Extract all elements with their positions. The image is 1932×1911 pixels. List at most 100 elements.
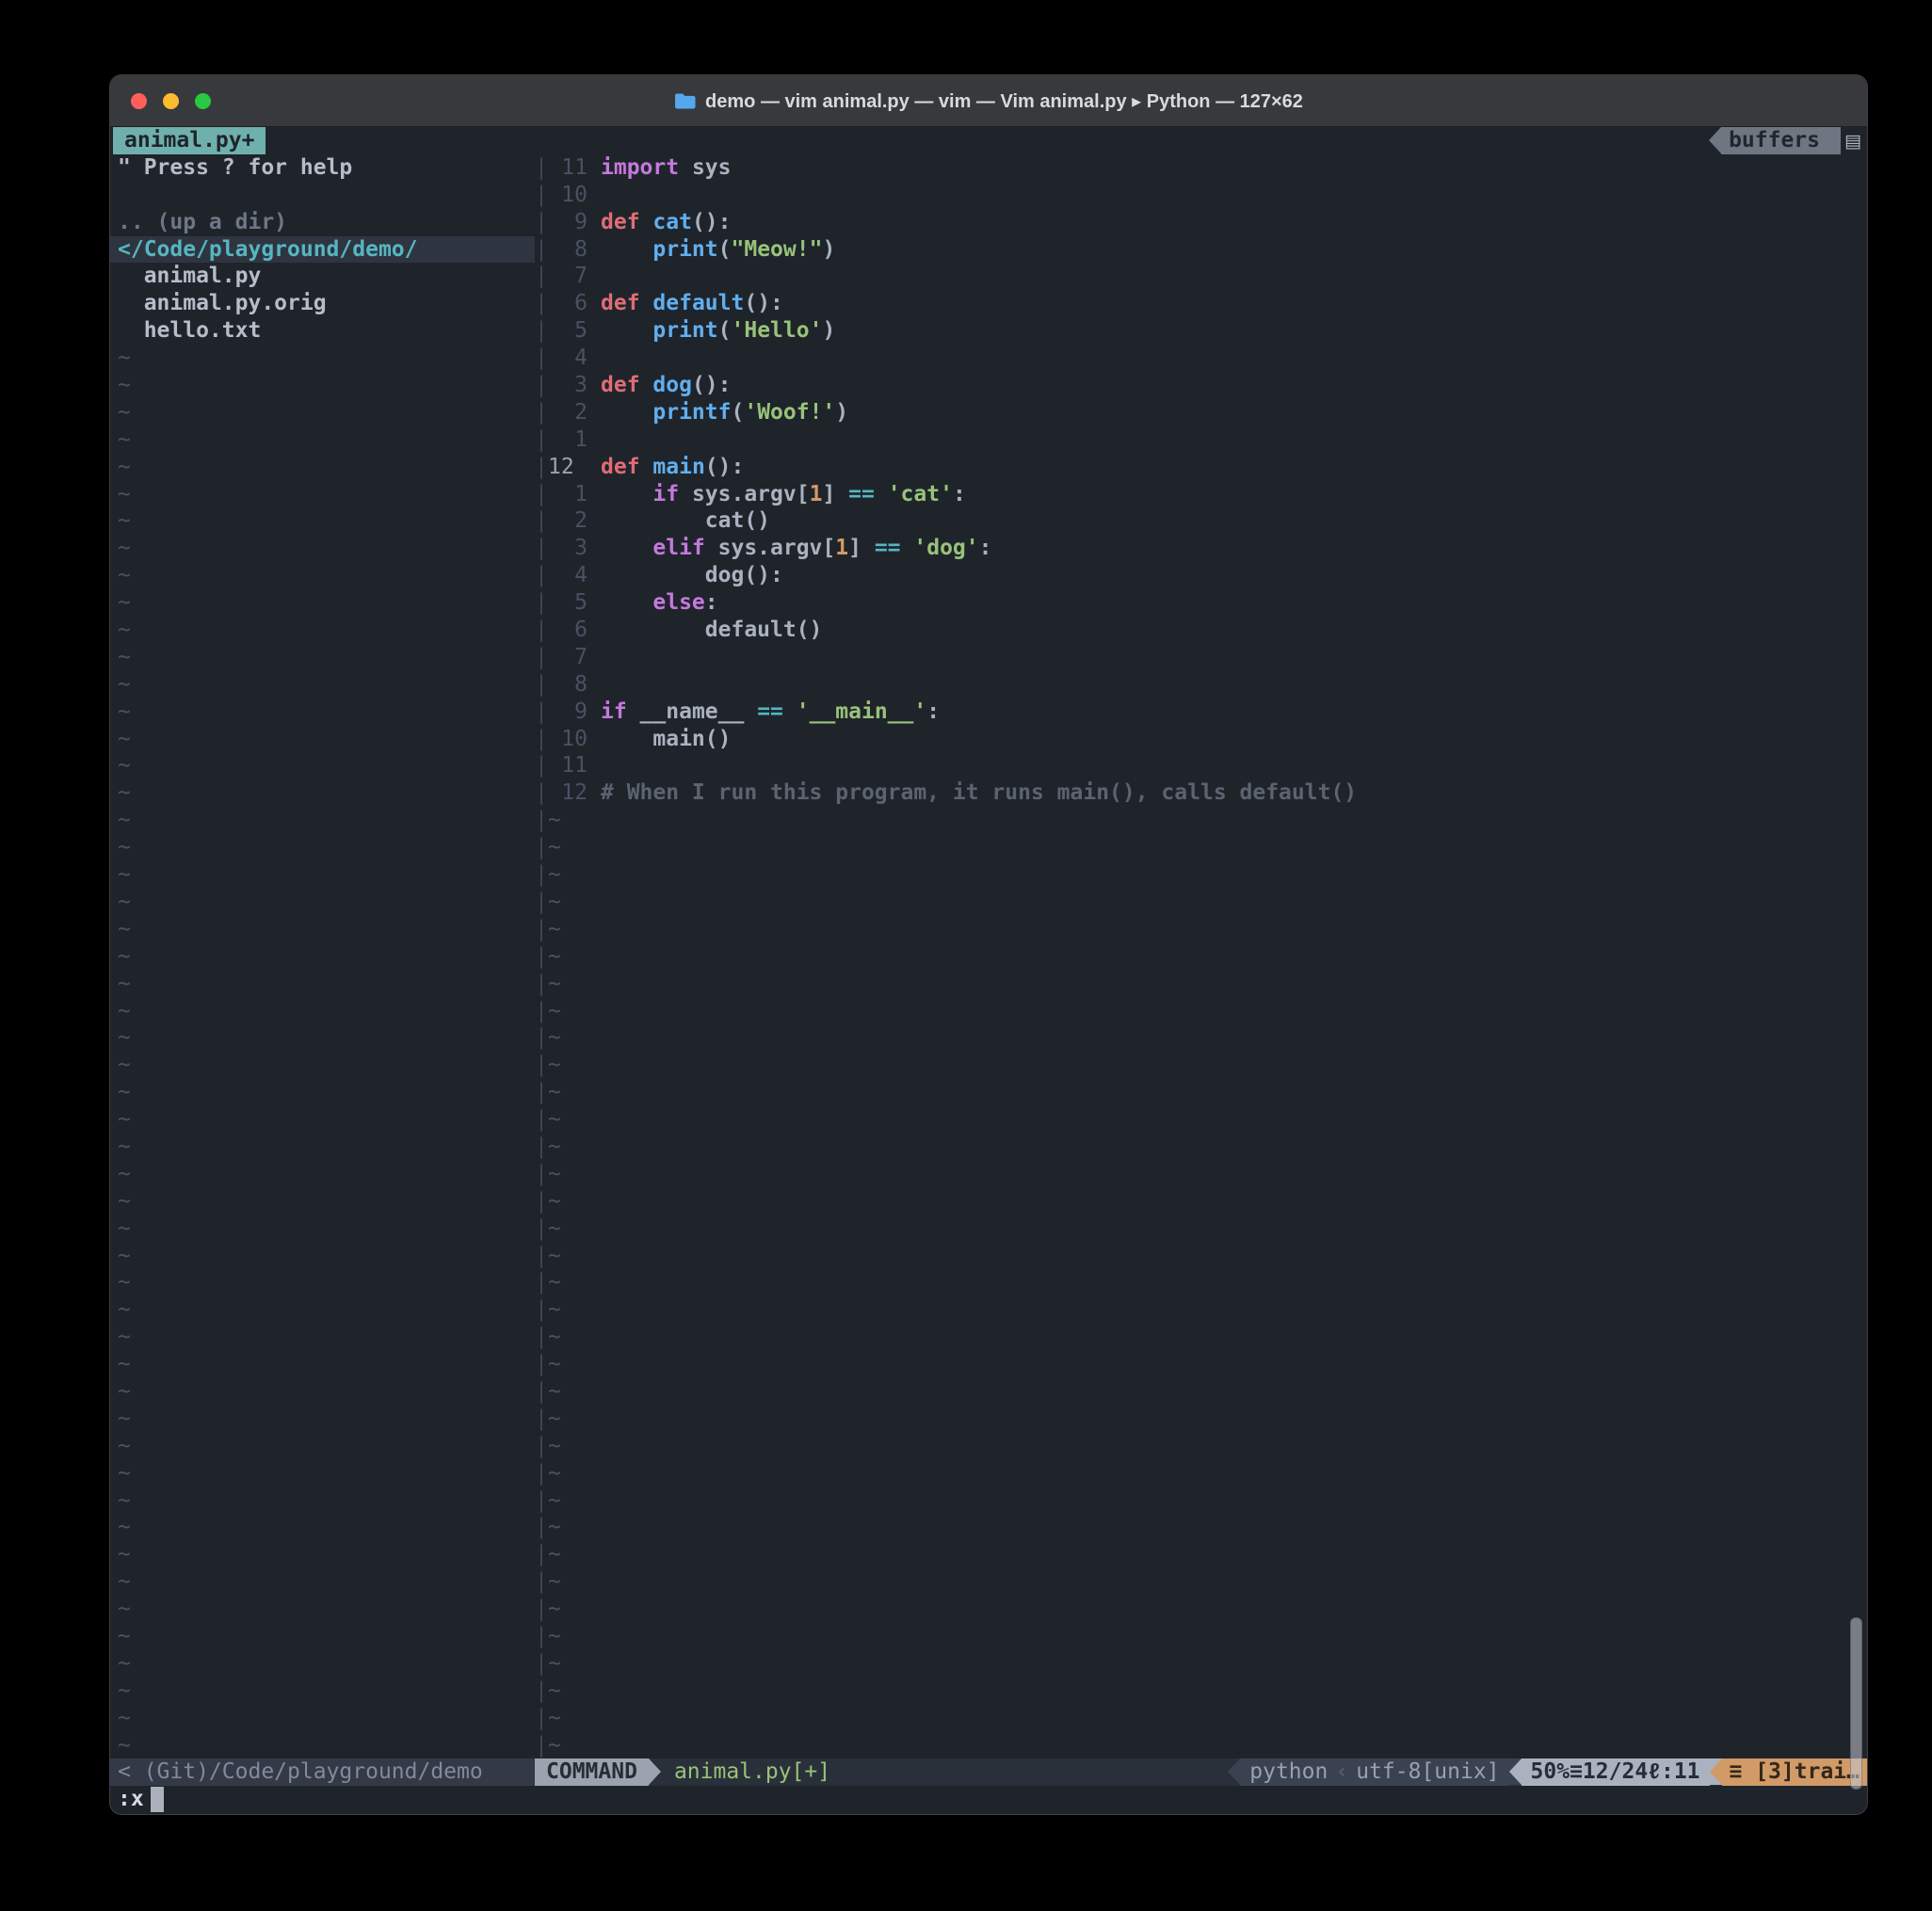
code-line[interactable]: print("Meow!") bbox=[601, 236, 1867, 264]
code-line[interactable]: cat() bbox=[601, 507, 1867, 535]
code-line[interactable]: if sys.argv[1] == 'cat': bbox=[601, 481, 1867, 508]
code-line[interactable]: default() bbox=[601, 617, 1867, 644]
vsplit-separator[interactable]: | bbox=[535, 1568, 548, 1596]
vsplit-separator[interactable]: | bbox=[535, 834, 548, 861]
vsplit-separator[interactable]: | bbox=[535, 209, 548, 236]
nerdtree-item[interactable]: animal.py bbox=[110, 263, 535, 290]
buffers-label[interactable]: buffers bbox=[1721, 127, 1841, 154]
zoom-button[interactable] bbox=[195, 92, 211, 109]
vsplit-separator[interactable]: | bbox=[535, 1161, 548, 1188]
vsplit-separator[interactable]: | bbox=[535, 1678, 548, 1705]
vsplit-separator[interactable]: | bbox=[535, 1243, 548, 1270]
vsplit-separator[interactable]: | bbox=[535, 1269, 548, 1296]
code-line[interactable]: printf('Woof!') bbox=[601, 399, 1867, 426]
buffer-list-icon[interactable]: ▤ bbox=[1844, 131, 1861, 152]
vsplit-separator[interactable]: | bbox=[535, 998, 548, 1025]
code-line[interactable]: else: bbox=[601, 589, 1867, 617]
vsplit-separator[interactable]: | bbox=[535, 1351, 548, 1378]
vsplit-separator[interactable]: | bbox=[535, 1106, 548, 1133]
vsplit-separator[interactable]: | bbox=[535, 154, 548, 182]
vsplit-separator[interactable]: | bbox=[535, 1487, 548, 1515]
code-line[interactable]: elif sys.argv[1] == 'dog': bbox=[601, 535, 1867, 562]
window-titlebar[interactable]: demo — vim animal.py — vim — Vim animal.… bbox=[110, 75, 1867, 127]
buffer-tab-animal-py[interactable]: animal.py+ bbox=[113, 127, 266, 154]
code-line[interactable] bbox=[601, 345, 1867, 372]
code-line[interactable]: def main(): bbox=[601, 454, 1867, 481]
vsplit-separator[interactable]: | bbox=[535, 589, 548, 617]
code-line[interactable] bbox=[601, 263, 1867, 290]
nerdtree-item[interactable]: </Code/playground/demo/ bbox=[110, 235, 535, 264]
code-line[interactable]: if __name__ == '__main__': bbox=[601, 699, 1867, 726]
vsplit-separator[interactable]: | bbox=[535, 236, 548, 264]
vsplit-separator[interactable]: | bbox=[535, 1732, 548, 1759]
vsplit-separator[interactable]: | bbox=[535, 943, 548, 971]
vsplit-separator[interactable]: | bbox=[535, 752, 548, 779]
code-line[interactable]: dog(): bbox=[601, 562, 1867, 589]
code-line[interactable] bbox=[601, 752, 1867, 779]
vsplit-separator[interactable]: | bbox=[535, 779, 548, 807]
vsplit-separator[interactable]: | bbox=[535, 290, 548, 317]
vsplit-separator[interactable]: | bbox=[535, 1215, 548, 1243]
code-line[interactable] bbox=[601, 182, 1867, 209]
vsplit-separator[interactable]: | bbox=[535, 1541, 548, 1568]
vim-command-line[interactable]: :x bbox=[110, 1786, 1867, 1813]
vsplit-separator[interactable]: | bbox=[535, 399, 548, 426]
vsplit-separator[interactable]: | bbox=[535, 345, 548, 372]
vsplit-separator[interactable]: | bbox=[535, 1052, 548, 1079]
vsplit-separator[interactable]: | bbox=[535, 1324, 548, 1351]
code-line[interactable]: def default(): bbox=[601, 290, 1867, 317]
code-line[interactable]: import sys bbox=[601, 154, 1867, 182]
vsplit-separator[interactable]: | bbox=[535, 481, 548, 508]
vsplit-separator[interactable]: | bbox=[535, 426, 548, 454]
nerdtree-tilde: ~ bbox=[118, 671, 131, 697]
vsplit-separator[interactable]: | bbox=[535, 644, 548, 671]
macos-scrollbar[interactable] bbox=[1850, 1617, 1862, 1790]
vsplit-separator[interactable]: | bbox=[535, 889, 548, 916]
vsplit-separator[interactable]: | bbox=[535, 1188, 548, 1215]
folder-icon[interactable] bbox=[674, 92, 696, 109]
code-line[interactable]: main() bbox=[601, 726, 1867, 753]
vsplit-separator[interactable]: | bbox=[535, 263, 548, 290]
code-line[interactable]: def cat(): bbox=[601, 209, 1867, 236]
vsplit-separator[interactable]: | bbox=[535, 1024, 548, 1052]
vsplit-separator[interactable]: | bbox=[535, 562, 548, 589]
nerdtree-item[interactable]: " Press ? for help bbox=[110, 154, 535, 182]
code-line[interactable] bbox=[601, 644, 1867, 671]
vsplit-separator[interactable]: | bbox=[535, 454, 548, 481]
code-line[interactable]: print('Hello') bbox=[601, 317, 1867, 345]
vsplit-separator[interactable]: | bbox=[535, 1705, 548, 1732]
vsplit-separator[interactable]: | bbox=[535, 1596, 548, 1623]
vsplit-separator[interactable]: | bbox=[535, 1133, 548, 1161]
vsplit-separator[interactable]: | bbox=[535, 535, 548, 562]
vsplit-separator[interactable]: | bbox=[535, 317, 548, 345]
code-line[interactable] bbox=[601, 671, 1867, 699]
code-line[interactable] bbox=[601, 426, 1867, 454]
vsplit-separator[interactable]: | bbox=[535, 1405, 548, 1433]
vsplit-separator[interactable]: | bbox=[535, 617, 548, 644]
nerdtree-item[interactable]: hello.txt bbox=[110, 317, 535, 345]
vsplit-separator[interactable]: | bbox=[535, 1514, 548, 1541]
vsplit-separator[interactable]: | bbox=[535, 182, 548, 209]
vsplit-separator[interactable]: | bbox=[535, 507, 548, 535]
nerdtree-item[interactable]: .. (up a dir) bbox=[110, 209, 535, 236]
close-button[interactable] bbox=[131, 92, 147, 109]
vsplit-separator[interactable]: | bbox=[535, 726, 548, 753]
vsplit-separator[interactable]: | bbox=[535, 971, 548, 998]
vsplit-separator[interactable]: | bbox=[535, 1079, 548, 1106]
vsplit-separator[interactable]: | bbox=[535, 916, 548, 943]
vsplit-separator[interactable]: | bbox=[535, 1433, 548, 1460]
code-line[interactable]: # When I run this program, it runs main(… bbox=[601, 779, 1867, 807]
vsplit-separator[interactable]: | bbox=[535, 1623, 548, 1650]
vsplit-separator[interactable]: | bbox=[535, 1650, 548, 1678]
vsplit-separator[interactable]: | bbox=[535, 861, 548, 889]
minimize-button[interactable] bbox=[163, 92, 179, 109]
vsplit-separator[interactable]: | bbox=[535, 671, 548, 699]
vsplit-separator[interactable]: | bbox=[535, 1460, 548, 1487]
vsplit-separator[interactable]: | bbox=[535, 699, 548, 726]
code-line[interactable]: def dog(): bbox=[601, 372, 1867, 399]
nerdtree-item[interactable]: animal.py.orig bbox=[110, 290, 535, 317]
vsplit-separator[interactable]: | bbox=[535, 807, 548, 834]
vsplit-separator[interactable]: | bbox=[535, 1296, 548, 1324]
vsplit-separator[interactable]: | bbox=[535, 372, 548, 399]
vsplit-separator[interactable]: | bbox=[535, 1378, 548, 1405]
